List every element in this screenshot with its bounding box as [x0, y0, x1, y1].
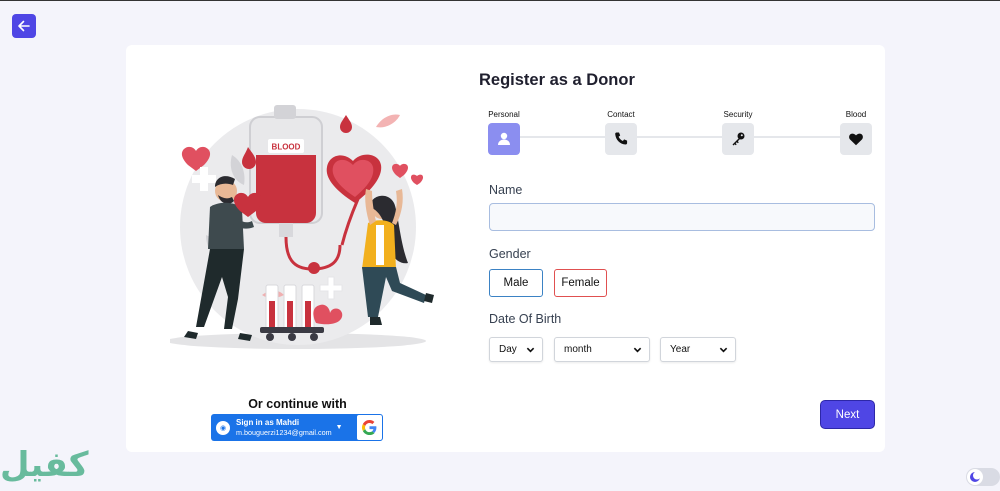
- bag-label: BLOOD: [272, 143, 301, 152]
- watermark-logo: كفيل: [0, 445, 89, 485]
- day-select-value: Day: [499, 344, 517, 355]
- chevron-down-icon: [719, 347, 728, 353]
- user-icon: [488, 123, 520, 155]
- google-account-name: Sign in as Mahdi: [236, 417, 300, 427]
- arrow-left-icon: [18, 20, 30, 32]
- stepper-track: [508, 136, 858, 138]
- page-title: Register as a Donor: [479, 71, 635, 89]
- moon-icon: [967, 469, 983, 485]
- chevron-down-icon: ▼: [335, 424, 343, 431]
- step-contact[interactable]: Contact: [591, 109, 651, 155]
- next-button[interactable]: Next: [821, 401, 874, 428]
- blood-donation-illustration: BLOOD: [170, 105, 434, 349]
- gender-label: Gender: [489, 247, 531, 261]
- back-button[interactable]: [12, 14, 36, 38]
- year-select-value: Year: [670, 344, 691, 355]
- step-label: Blood: [845, 110, 867, 119]
- google-signin-button[interactable]: ◉ Sign in as Mahdi m.bouguerzi1234@gmail…: [211, 414, 383, 441]
- key-icon: [722, 123, 754, 155]
- register-card: BLOOD Or continue with ◉ Sign in as Mahd…: [126, 45, 885, 452]
- dob-label: Date Of Birth: [489, 312, 562, 326]
- gender-male-button[interactable]: Male: [489, 269, 543, 297]
- phone-icon: [605, 123, 637, 155]
- month-select[interactable]: month: [554, 337, 650, 362]
- theme-toggle[interactable]: [966, 468, 1000, 486]
- name-input[interactable]: [489, 203, 875, 231]
- google-icon: [357, 415, 382, 440]
- year-select[interactable]: Year: [660, 337, 736, 362]
- step-blood[interactable]: Blood: [826, 109, 886, 155]
- chevron-down-icon: [526, 347, 535, 353]
- avatar: ◉: [216, 420, 230, 435]
- gender-female-button[interactable]: Female: [554, 269, 607, 297]
- month-select-value: month: [564, 344, 592, 355]
- registration-stepper: Personal Contact Security Blood: [488, 109, 876, 159]
- chevron-down-icon: [633, 347, 642, 353]
- google-account-email: m.bouguerzi1234@gmail.com: [236, 427, 332, 437]
- step-security[interactable]: Security: [708, 109, 768, 155]
- day-select[interactable]: Day: [489, 337, 543, 362]
- heart-icon: [840, 123, 872, 155]
- continue-with-label: Or continue with: [248, 397, 347, 411]
- step-label: Contact: [607, 110, 635, 119]
- top-border: [0, 0, 1000, 1]
- step-label: Security: [723, 110, 753, 119]
- step-label: Personal: [488, 110, 520, 119]
- step-personal[interactable]: Personal: [474, 109, 534, 155]
- name-label: Name: [489, 183, 523, 197]
